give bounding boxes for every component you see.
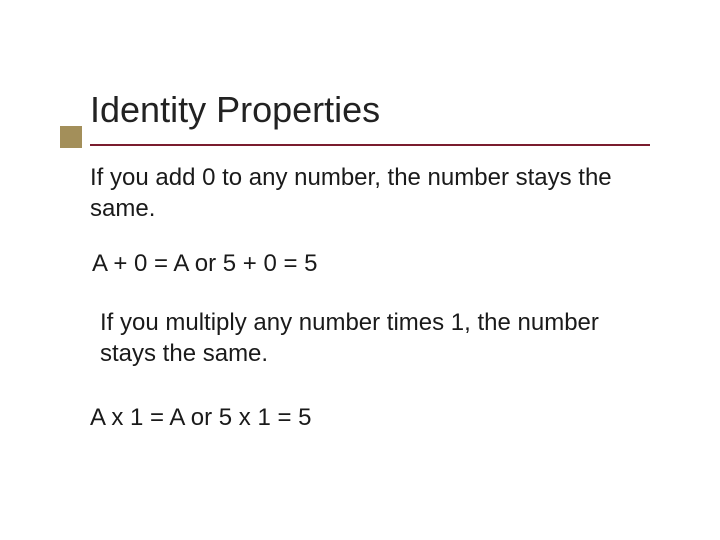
slide: Identity Properties If you add 0 to any … bbox=[0, 0, 720, 540]
slide-title: Identity Properties bbox=[90, 90, 660, 130]
multiplication-rule-text: If you multiply any number times 1, the … bbox=[100, 307, 660, 369]
accent-square-icon bbox=[60, 126, 82, 148]
title-underline bbox=[90, 144, 650, 146]
addition-rule-text: If you add 0 to any number, the number s… bbox=[90, 162, 660, 224]
addition-equation: A + 0 = A or 5 + 0 = 5 bbox=[92, 248, 660, 279]
multiplication-equation: A x 1 = A or 5 x 1 = 5 bbox=[90, 402, 660, 433]
